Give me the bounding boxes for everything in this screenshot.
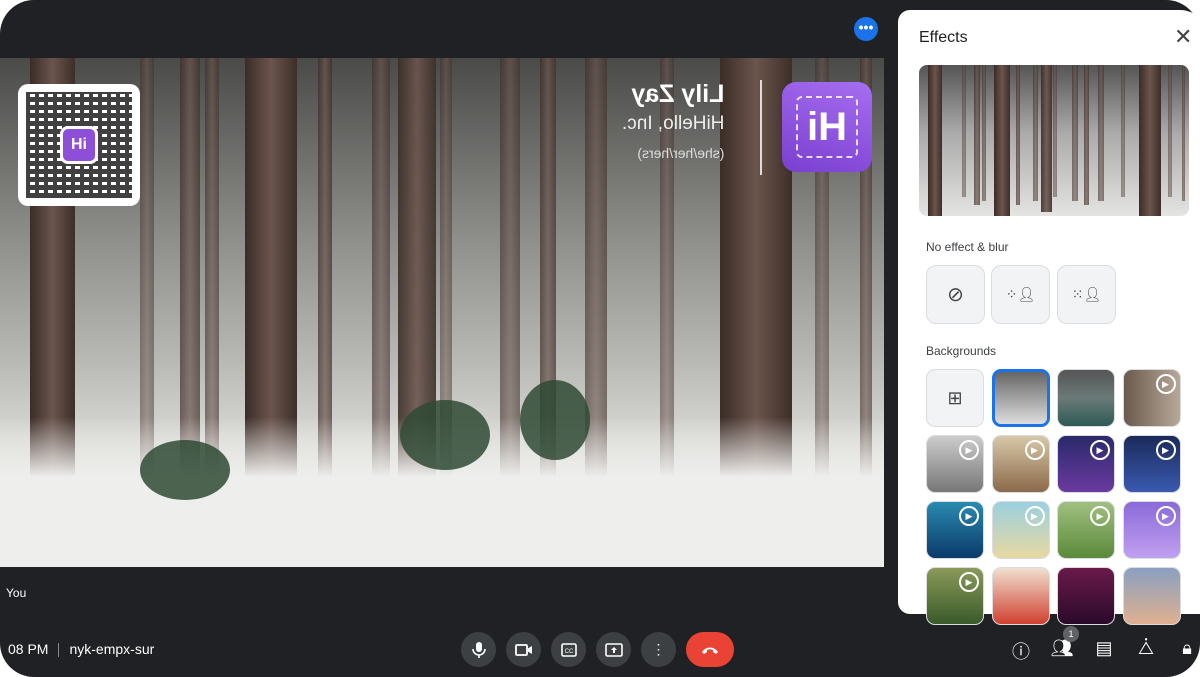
svg-text:CC: CC	[564, 649, 573, 655]
name: Lily Zay	[630, 80, 724, 108]
background-sunset[interactable]	[1122, 567, 1181, 625]
add-image-icon: ⊞	[947, 387, 963, 408]
background-window[interactable]: ▶	[926, 435, 984, 493]
tree-trunk	[1138, 65, 1161, 216]
name-tag: Lily Zay HiHello, Inc. (she/her/hers)	[622, 80, 724, 161]
no-effect-button[interactable]: ⊘	[926, 265, 985, 324]
activities-icon[interactable]: ⧊	[1134, 638, 1158, 659]
tree-trunk	[1016, 65, 1021, 205]
tree-trunk	[1032, 65, 1039, 201]
more-horiz-icon[interactable]: •••	[854, 17, 878, 41]
panel-title: Effects	[919, 29, 968, 46]
end-call-button[interactable]	[686, 632, 734, 667]
slight-blur-button[interactable]: ⁘👤︎	[991, 265, 1050, 324]
people-count: 1	[1063, 626, 1079, 642]
pine-bush	[140, 440, 230, 500]
no-effect-heading: No effect & blur	[926, 240, 1009, 254]
background-purple-room[interactable]: ▶	[1122, 501, 1181, 559]
animated-play-icon: ▶	[1024, 440, 1045, 460]
present-button[interactable]	[596, 632, 631, 667]
tree-trunk	[1071, 65, 1078, 201]
background-shelf[interactable]: ▶	[991, 435, 1050, 493]
animated-play-icon: ▶	[1155, 506, 1176, 526]
no-effect-icon: ⊘	[947, 284, 964, 306]
qr-code: Hi	[18, 84, 140, 206]
captions-button[interactable]: CC	[551, 632, 586, 667]
background-underwater[interactable]: ▶	[926, 501, 984, 559]
animated-play-icon: ▶	[959, 572, 979, 592]
effects-panel: Effects ✕ No effect & blur ⊘ ⁘👤︎ ⁙👤︎ Bac…	[898, 10, 1200, 625]
tree-trunk	[981, 65, 986, 201]
meeting-info: 08 PM nyk-empx-sur	[8, 641, 155, 658]
tree-trunk	[1083, 65, 1089, 205]
camera-button[interactable]	[506, 632, 541, 667]
tree-trunk	[973, 65, 981, 205]
background-koi[interactable]	[991, 567, 1050, 625]
animated-play-icon: ▶	[1024, 506, 1045, 526]
more-vert-button[interactable]: ⋮	[641, 632, 676, 667]
animated-play-icon: ▶	[1155, 374, 1176, 394]
background-jungle[interactable]: ▶	[926, 567, 984, 625]
meeting-code: nyk-empx-sur	[69, 641, 155, 657]
clock: 08 PM	[8, 641, 49, 657]
tree-trunk	[1181, 65, 1186, 201]
tree-trunk	[1167, 65, 1173, 198]
tree-trunk	[1053, 65, 1058, 198]
tree-trunk	[1040, 65, 1053, 213]
slight-blur-icon: ⁘👤︎	[1005, 286, 1036, 302]
pronouns: (she/her/hers)	[636, 145, 724, 161]
background-castle[interactable]: ▶	[1057, 501, 1115, 559]
animated-play-icon: ▶	[959, 440, 979, 460]
animated-play-icon: ▶	[1090, 506, 1110, 526]
host-controls-icon[interactable]: 🔒︎	[1175, 638, 1199, 659]
effects-preview	[919, 65, 1189, 216]
blur-icon: ⁙👤︎	[1071, 286, 1102, 302]
animated-play-icon: ▶	[1090, 440, 1110, 460]
background-upload[interactable]: ⊞	[926, 369, 984, 427]
self-video: Hi Lily Zay HiHello, Inc. (she/her/hers)…	[0, 58, 884, 567]
background-forest[interactable]	[991, 369, 1050, 427]
tree-trunk	[961, 65, 967, 198]
company-logo: Hi	[782, 82, 872, 172]
chat-icon[interactable]: ▤	[1092, 638, 1116, 659]
name-tag-divider	[760, 80, 762, 175]
animated-play-icon: ▶	[959, 506, 979, 526]
backgrounds-heading: Backgrounds	[926, 344, 997, 358]
self-label: You	[6, 586, 27, 600]
company: HiHello, Inc.	[621, 113, 724, 134]
animated-play-icon: ▶	[1155, 440, 1176, 460]
tree-trunk	[993, 65, 1010, 216]
background-theater[interactable]	[1057, 567, 1115, 625]
pine-bush	[520, 380, 590, 460]
blur-button[interactable]: ⁙👤︎	[1057, 265, 1116, 324]
tree-trunk	[1120, 65, 1125, 198]
background-lake[interactable]	[1057, 369, 1115, 427]
pine-bush	[400, 400, 490, 470]
info-icon[interactable]: ⓘ	[1009, 638, 1033, 664]
background-room[interactable]: ▶	[1122, 369, 1181, 427]
tree-trunk	[928, 65, 942, 216]
background-lanterns[interactable]: ▶	[1057, 435, 1115, 493]
tree-trunk	[1097, 65, 1105, 201]
close-icon[interactable]: ✕	[1174, 24, 1192, 50]
background-chair[interactable]: ▶	[1122, 435, 1181, 493]
background-beach[interactable]: ▶	[991, 501, 1050, 559]
mic-button[interactable]	[461, 632, 496, 667]
